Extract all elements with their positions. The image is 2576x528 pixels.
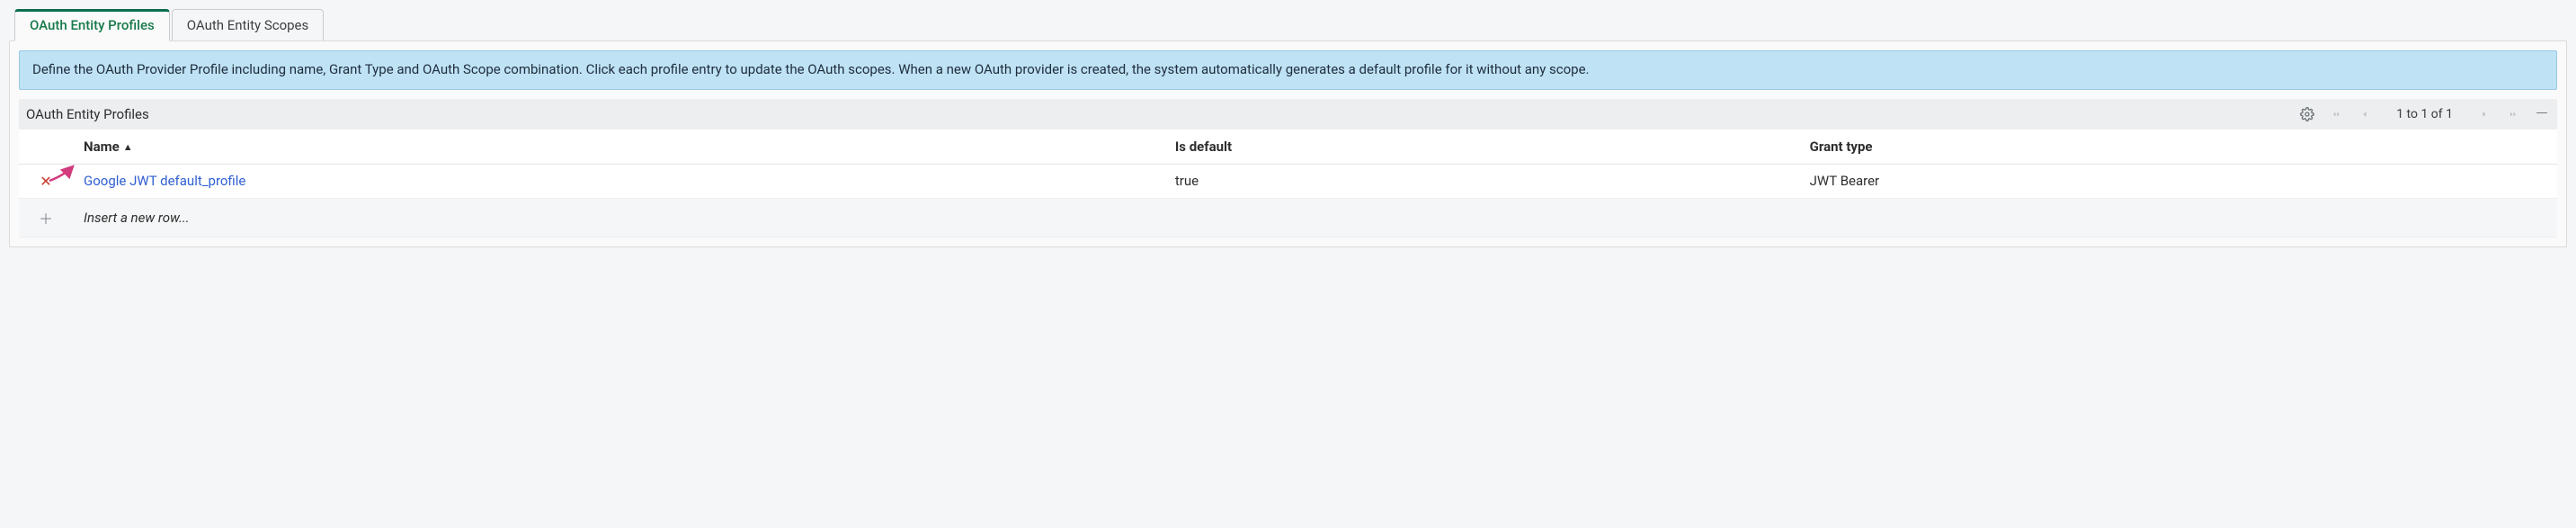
prev-page-icon	[2355, 104, 2375, 124]
tab-panel: Define the OAuth Provider Profile includ…	[9, 40, 2567, 247]
list-tools: 1 to 1 of 1 —	[2297, 104, 2552, 124]
last-page-icon	[2503, 104, 2523, 124]
insert-row[interactable]: ＋ Insert a new row...	[19, 198, 2557, 237]
info-banner: Define the OAuth Provider Profile includ…	[19, 50, 2557, 90]
cell-grant-type: JWT Bearer	[1799, 164, 2557, 198]
personalize-list-icon[interactable]	[2297, 104, 2317, 124]
table-row[interactable]: ✕ Google JWT default_profile true JWT B	[19, 164, 2557, 198]
tab-oauth-entity-scopes[interactable]: OAuth Entity Scopes	[172, 9, 325, 40]
insert-row-text: Insert a new row...	[84, 210, 190, 226]
profile-name-link[interactable]: Google JWT default_profile	[84, 173, 245, 189]
add-row-icon[interactable]: ＋	[39, 210, 53, 228]
cell-is-default: true	[1164, 164, 1799, 198]
header-name[interactable]: Name▲	[73, 130, 1164, 165]
tab-oauth-entity-profiles[interactable]: OAuth Entity Profiles	[14, 9, 170, 41]
list-title: OAuth Entity Profiles	[26, 106, 149, 122]
collapse-list-icon[interactable]: —	[2532, 104, 2552, 124]
header-grant-type[interactable]: Grant type	[1799, 130, 2557, 165]
header-actions	[19, 130, 73, 165]
sort-ascending-icon: ▲	[123, 141, 133, 153]
first-page-icon	[2326, 104, 2346, 124]
list-header: OAuth Entity Profiles 1 to 1 of 1 —	[19, 99, 2557, 130]
tab-bar: OAuth Entity Profiles OAuth Entity Scope…	[14, 9, 2567, 40]
delete-row-icon[interactable]: ✕	[40, 173, 51, 190]
pagination-text: 1 to 1 of 1	[2384, 107, 2465, 121]
profiles-table: Name▲ Is default Grant type ✕	[19, 130, 2557, 237]
next-page-icon	[2474, 104, 2494, 124]
header-is-default[interactable]: Is default	[1164, 130, 1799, 165]
table-header-row: Name▲ Is default Grant type	[19, 130, 2557, 165]
